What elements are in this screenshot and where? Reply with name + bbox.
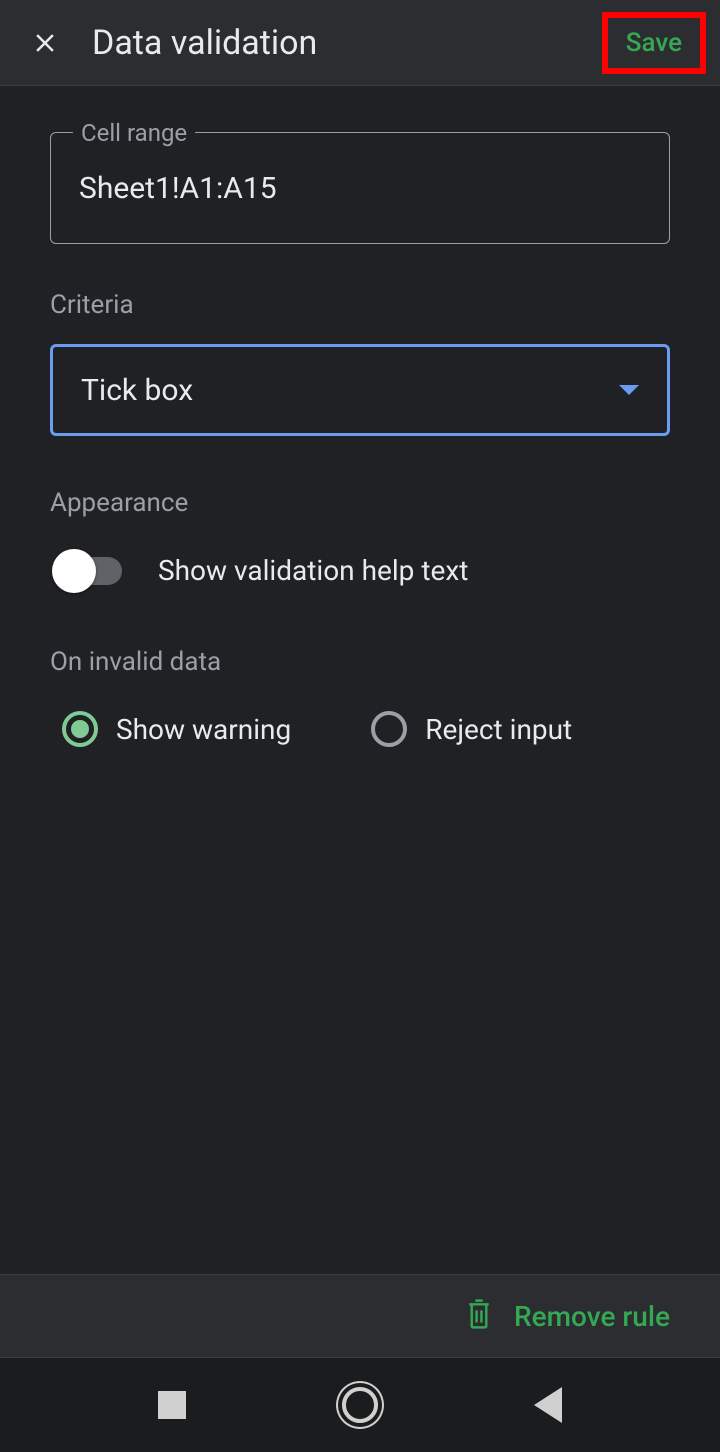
chevron-down-icon — [619, 385, 639, 395]
help-text-toggle[interactable] — [58, 557, 122, 585]
save-button[interactable]: Save — [608, 18, 700, 68]
nav-back-button[interactable] — [534, 1387, 562, 1423]
nav-recent-apps-button[interactable] — [158, 1391, 186, 1419]
criteria-dropdown[interactable]: Tick box — [50, 344, 670, 436]
help-text-toggle-row: Show validation help text — [50, 554, 670, 587]
cell-range-label: Cell range — [73, 119, 195, 147]
nav-home-button[interactable] — [342, 1387, 378, 1423]
appearance-label: Appearance — [50, 488, 670, 518]
close-icon — [30, 28, 60, 58]
radio-label: Reject input — [425, 713, 572, 746]
android-nav-bar — [0, 1358, 720, 1452]
radio-button — [371, 711, 407, 747]
trash-icon — [464, 1297, 494, 1335]
on-invalid-radio-group: Show warning Reject input — [50, 711, 670, 747]
help-text-toggle-label: Show validation help text — [158, 554, 468, 587]
criteria-selected-value: Tick box — [81, 373, 193, 408]
page-title: Data validation — [92, 23, 602, 63]
criteria-label: Criteria — [50, 290, 670, 320]
cell-range-value: Sheet1!A1:A15 — [79, 171, 277, 206]
remove-rule-button[interactable]: Remove rule — [514, 1300, 670, 1333]
save-highlight-box: Save — [602, 12, 706, 74]
radio-item-reject-input[interactable]: Reject input — [371, 711, 572, 747]
radio-item-show-warning[interactable]: Show warning — [62, 711, 291, 747]
on-invalid-label: On invalid data — [50, 647, 670, 677]
radio-label: Show warning — [116, 713, 291, 746]
header-bar: Data validation Save — [0, 0, 720, 86]
radio-button-selected — [62, 711, 98, 747]
close-button[interactable] — [18, 16, 72, 70]
toggle-thumb — [52, 549, 96, 593]
footer-bar: Remove rule — [0, 1274, 720, 1358]
cell-range-field[interactable]: Cell range Sheet1!A1:A15 — [50, 132, 670, 244]
content-area: Cell range Sheet1!A1:A15 Criteria Tick b… — [0, 86, 720, 747]
